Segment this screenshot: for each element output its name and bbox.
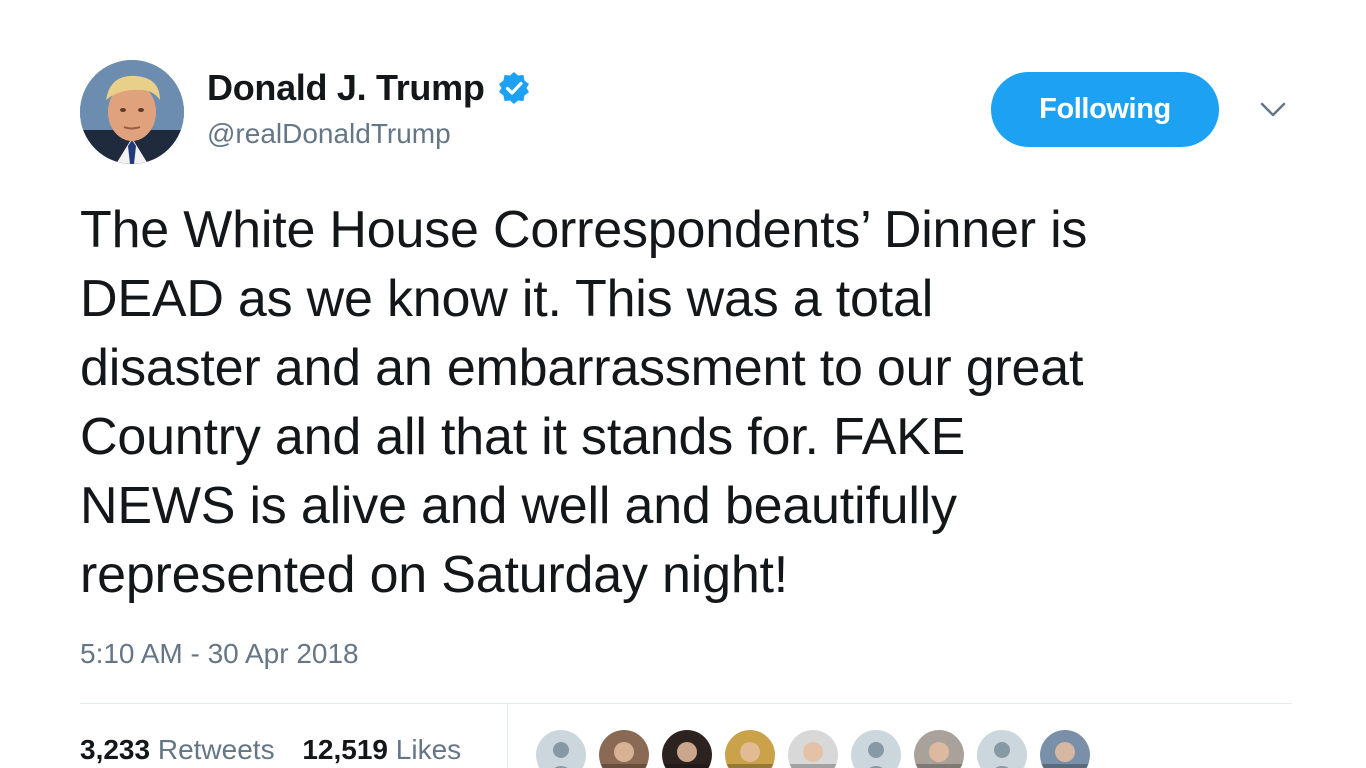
stats-separator	[507, 704, 508, 768]
liker-avatar[interactable]	[975, 728, 1029, 768]
liker-avatar[interactable]	[597, 728, 651, 768]
following-button[interactable]: Following	[991, 72, 1219, 147]
profile-avatar[interactable]	[80, 60, 184, 164]
liker-avatar[interactable]	[849, 728, 903, 768]
liker-avatar[interactable]	[912, 728, 966, 768]
divider	[80, 703, 1292, 704]
user-handle[interactable]: @realDonaldTrump	[207, 118, 451, 150]
liker-avatar[interactable]	[660, 728, 714, 768]
retweets-count: 3,233	[80, 734, 151, 765]
name-row: Donald J. Trump	[207, 66, 531, 110]
likes-label: Likes	[395, 734, 462, 765]
likes-stat[interactable]: 12,519 Likes	[302, 734, 461, 765]
tweet-stats: 3,233 Retweets 12,519 Likes	[80, 734, 481, 766]
liker-avatar[interactable]	[786, 728, 840, 768]
retweets-stat[interactable]: 3,233 Retweets	[80, 734, 275, 765]
tweet-timestamp[interactable]: 5:10 AM - 30 Apr 2018	[80, 638, 359, 670]
liker-avatar[interactable]	[1038, 728, 1092, 768]
chevron-down-icon[interactable]	[1258, 98, 1288, 122]
display-name[interactable]: Donald J. Trump	[207, 67, 485, 109]
retweets-label: Retweets	[157, 734, 275, 765]
liker-avatar[interactable]	[534, 728, 588, 768]
liker-avatars	[534, 728, 1101, 768]
tweet-text: The White House Correspondents’ Dinner i…	[80, 201, 1088, 604]
tweet-card: Donald J. Trump @realDonaldTrump Followi…	[0, 0, 1366, 768]
verified-badge-icon	[497, 71, 531, 105]
liker-avatar[interactable]	[723, 728, 777, 768]
likes-count: 12,519	[302, 734, 388, 765]
